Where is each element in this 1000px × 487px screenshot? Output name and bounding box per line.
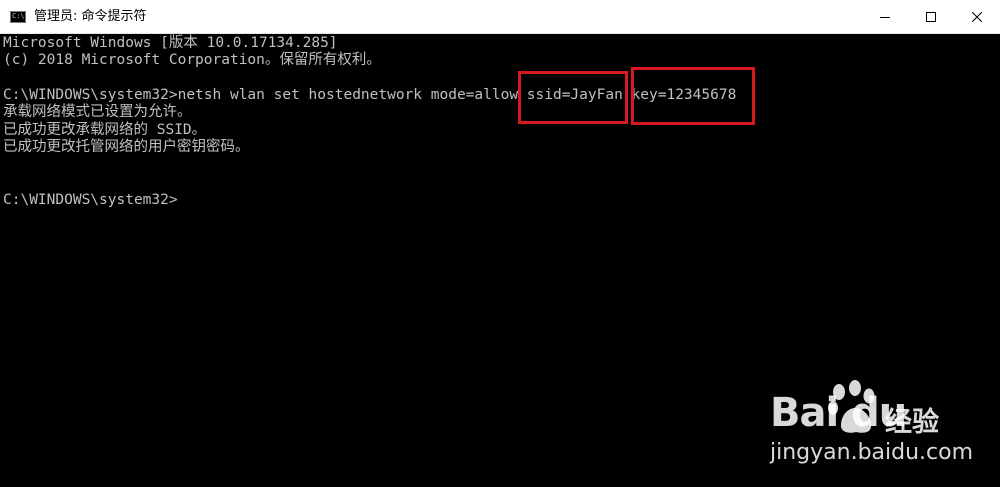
window-controls	[862, 0, 1000, 33]
terminal-line: 已成功更改托管网络的用户密钥密码。	[3, 139, 250, 155]
terminal-line: 已成功更改承载网络的 SSID。	[3, 122, 207, 138]
watermark-cn: 经验	[885, 407, 939, 438]
maximize-button[interactable]	[908, 0, 954, 33]
minimize-button[interactable]	[862, 0, 908, 33]
watermark-url: jingyan.baidu.com	[770, 440, 974, 465]
ssid-highlight-box	[518, 71, 628, 124]
terminal-line: 承载网络模式已设置为允许。	[3, 104, 192, 120]
command-prompt-window: C:\ 管理员: 命令提示符 Microsoft Windows [版本 10.…	[0, 0, 1000, 487]
baidu-watermark: Bai du 经验 jingyan.baidu.com	[770, 376, 995, 486]
terminal-line: (c) 2018 Microsoft Corporation。保留所有权利。	[3, 52, 381, 68]
minimize-icon	[880, 16, 890, 18]
cmd-app-icon[interactable]: C:\	[10, 10, 26, 23]
window-title: 管理员: 命令提示符	[34, 9, 147, 24]
key-highlight-box	[631, 67, 755, 125]
terminal-line: Microsoft Windows [版本 10.0.17134.285]	[3, 35, 338, 51]
title-bar[interactable]: C:\ 管理员: 命令提示符	[0, 0, 1000, 34]
terminal-prompt-line: C:\WINDOWS\system32>	[3, 192, 178, 208]
maximize-icon	[926, 11, 936, 22]
paw-icon	[828, 380, 875, 433]
close-icon	[972, 11, 982, 22]
close-button[interactable]	[954, 0, 1000, 33]
cmd-icon-label: C:\	[12, 11, 25, 20]
